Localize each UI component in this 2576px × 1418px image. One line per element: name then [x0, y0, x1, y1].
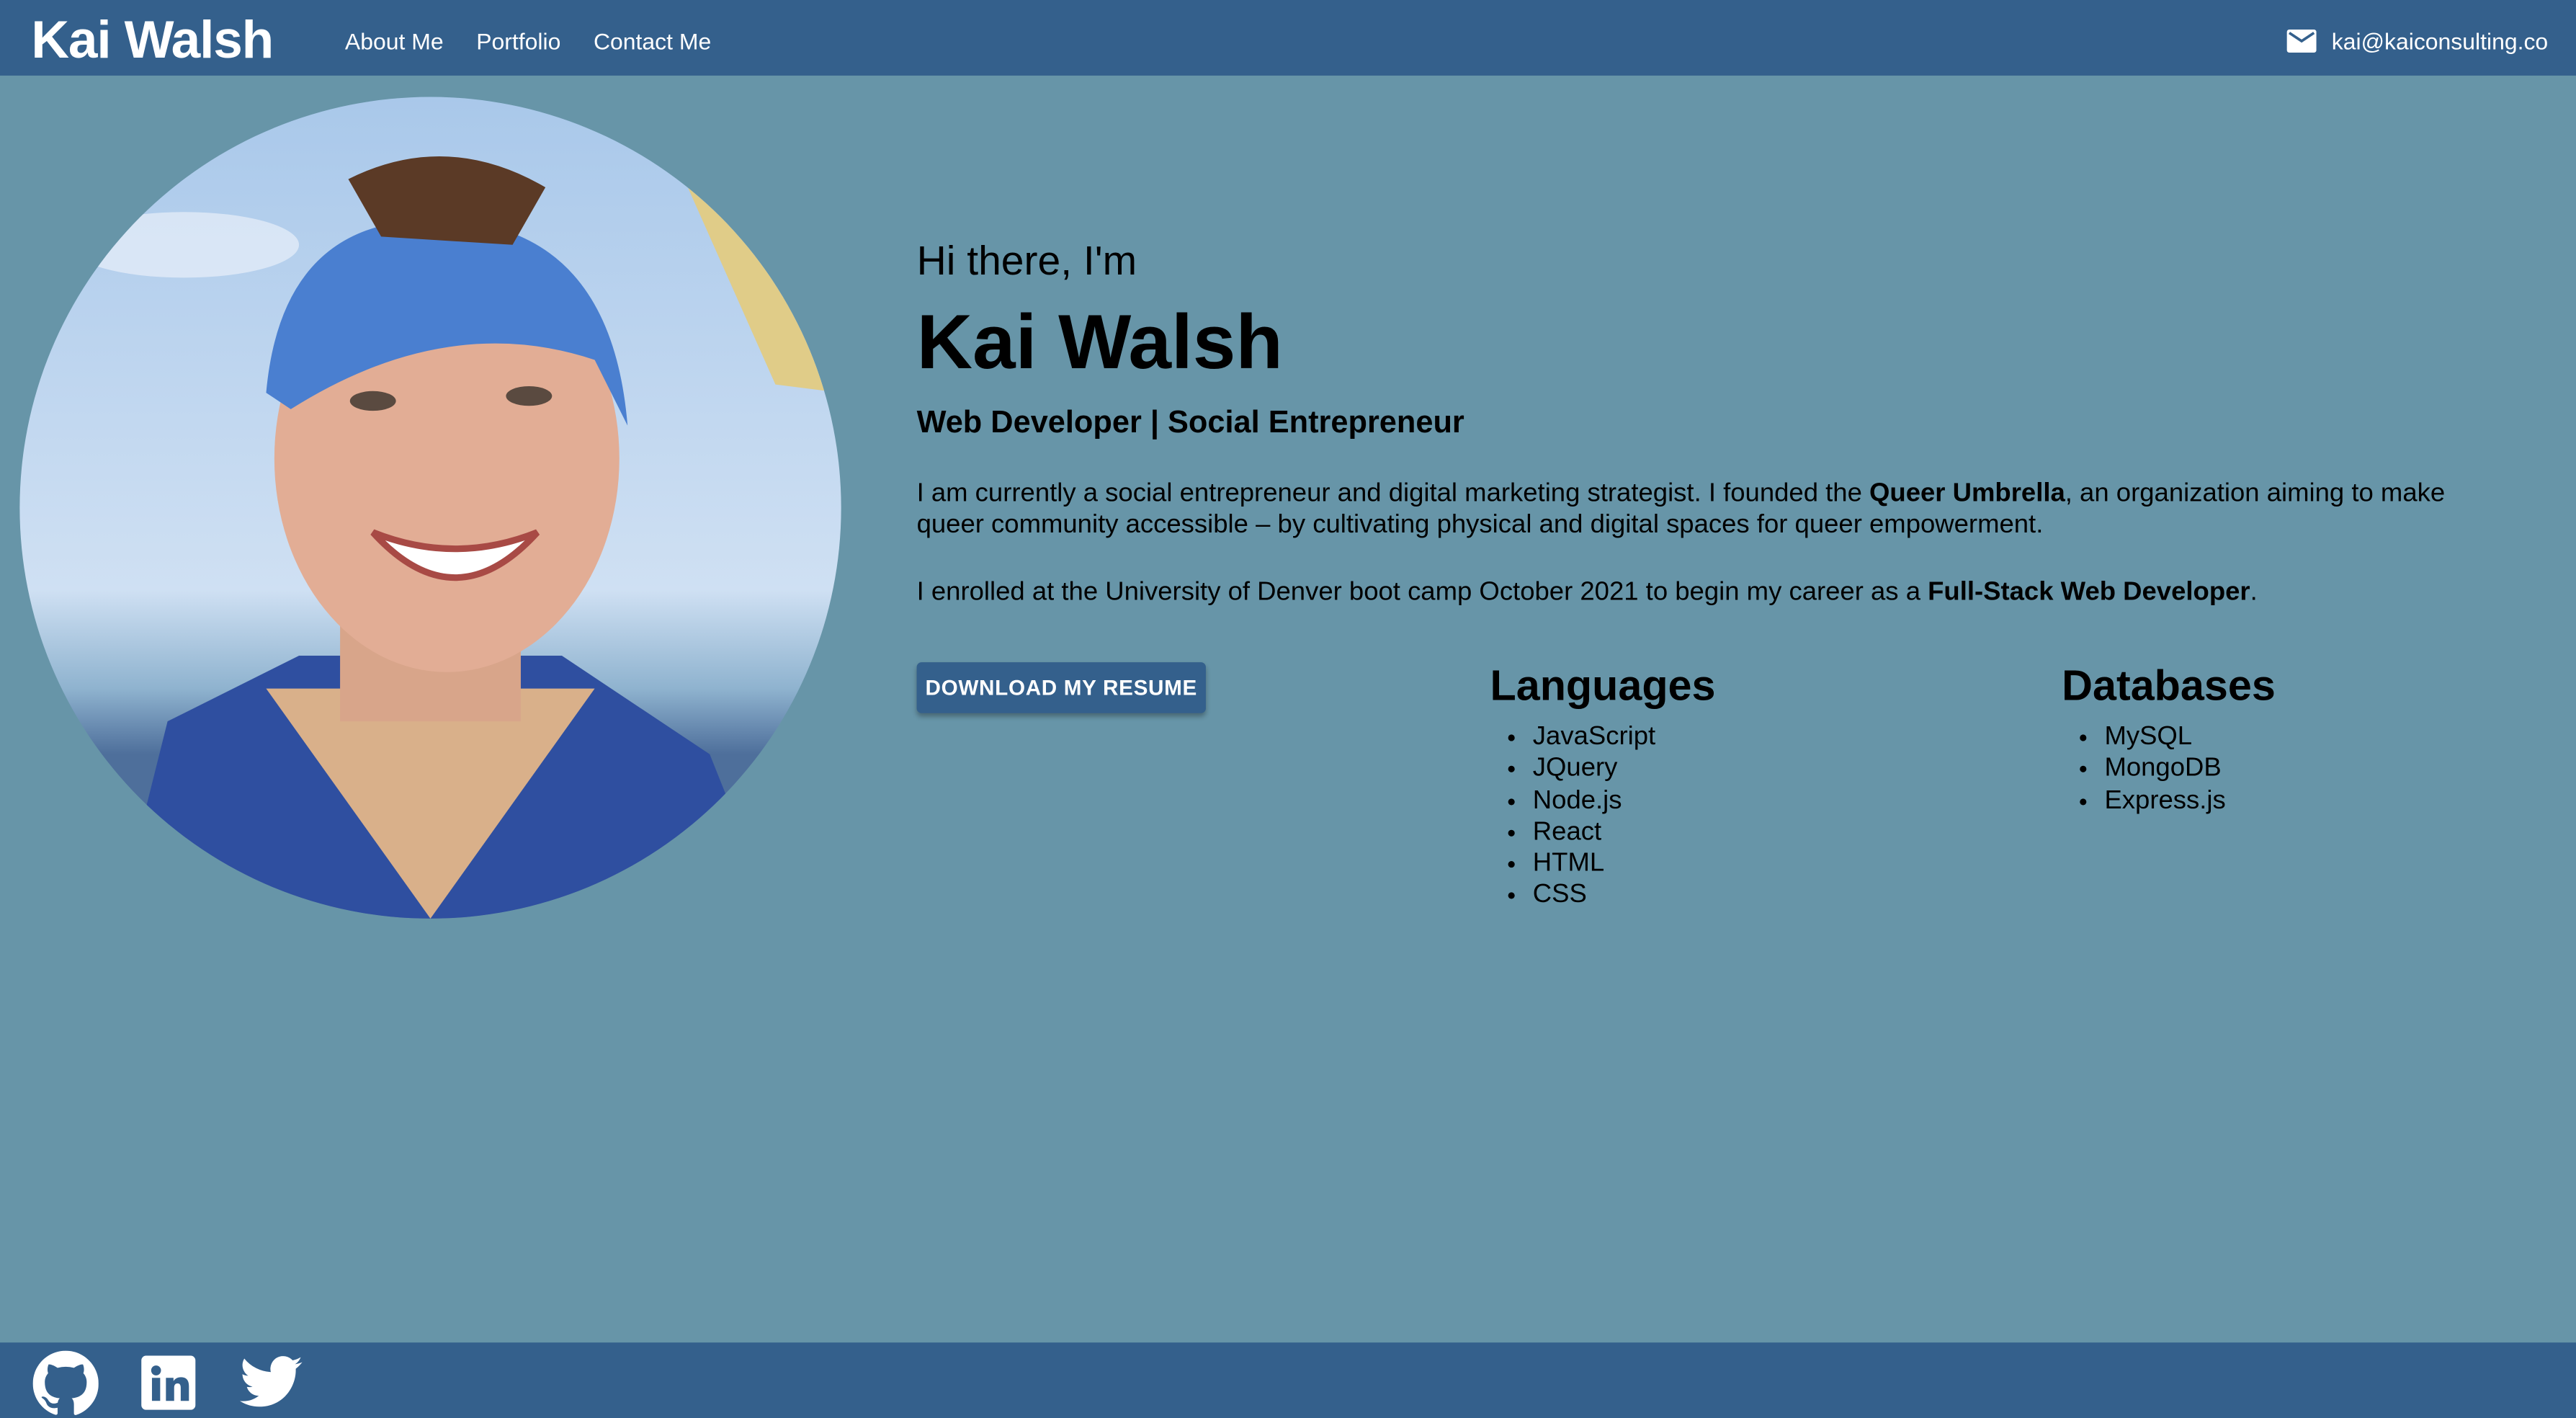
language-item: JQuery [1533, 753, 1716, 785]
databases-title: Databases [2062, 660, 2276, 710]
languages-title: Languages [1490, 660, 1716, 710]
bio-text: . [2250, 578, 2258, 607]
mail-icon [2287, 30, 2317, 53]
language-item: Node.js [1533, 785, 1716, 816]
databases-section: Databases MySQL MongoDB Express.js [2062, 661, 2276, 816]
database-item: Express.js [2104, 785, 2275, 816]
bio-text: I enrolled at the University of Denver b… [916, 578, 1928, 607]
bio-text: I am currently a social entrepreneur and… [916, 479, 1870, 508]
twitter-icon[interactable] [239, 1355, 303, 1408]
greeting: Hi there, I'm [916, 238, 1137, 285]
bio-paragraph-2: I enrolled at the University of Denver b… [917, 576, 2478, 607]
linkedin-icon[interactable] [141, 1355, 196, 1410]
database-item: MySQL [2104, 721, 2275, 753]
download-resume-button[interactable]: DOWNLOAD MY RESUME [916, 662, 1206, 713]
footer [0, 1342, 2576, 1418]
languages-section: Languages JavaScript JQuery Node.js Reac… [1490, 661, 1716, 911]
language-item: React [1533, 816, 1716, 848]
brand-logo[interactable]: Kai Walsh [31, 10, 274, 71]
page: Kai Walsh About Me Portfolio Contact Me … [0, 0, 2576, 1418]
queer-umbrella: Queer Umbrella [1869, 479, 2065, 508]
github-icon[interactable] [32, 1350, 99, 1417]
nav-portfolio[interactable]: Portfolio [476, 28, 560, 54]
email-link[interactable]: kai@kaiconsulting.co [2287, 28, 2548, 54]
navbar: Kai Walsh About Me Portfolio Contact Me … [0, 0, 2576, 76]
profile-photo [19, 97, 841, 919]
hero-name: Kai Walsh [916, 297, 1283, 385]
intro-section: Hi there, I'm Kai Walsh Web Developer | … [917, 238, 2478, 608]
nav-links: About Me Portfolio Contact Me [345, 28, 711, 54]
nav-about-me[interactable]: About Me [345, 28, 444, 54]
language-item: CSS [1533, 880, 1716, 911]
email-text: kai@kaiconsulting.co [2331, 27, 2549, 55]
language-item: HTML [1533, 848, 1716, 880]
bio-paragraph-1: I am currently a social entrepreneur and… [917, 478, 2478, 541]
job-title: Full-Stack Web Developer [1928, 578, 2250, 607]
language-item: JavaScript [1533, 721, 1716, 753]
database-item: MongoDB [2104, 753, 2275, 785]
hero-role: Web Developer | Social Entrepreneur [916, 406, 1464, 441]
nav-contact-me[interactable]: Contact Me [594, 28, 711, 54]
